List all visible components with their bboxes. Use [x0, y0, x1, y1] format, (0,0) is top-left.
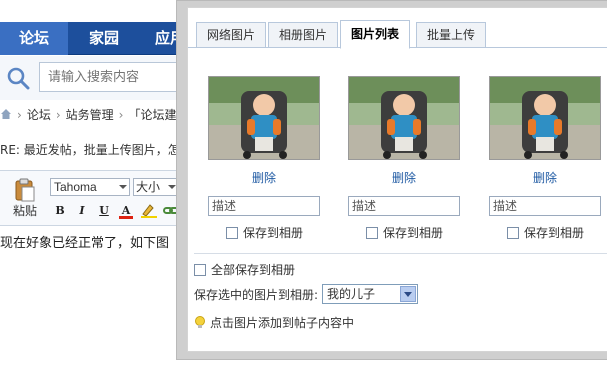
search-input[interactable]	[39, 62, 189, 92]
chevron-down-icon	[119, 185, 127, 189]
chevron-down-icon	[168, 185, 176, 189]
photo-description-input[interactable]: 描述	[208, 196, 320, 216]
checkbox-icon	[194, 264, 206, 276]
editor-content[interactable]: 现在好象已经正常了，如下图	[0, 232, 169, 251]
tip-text: 点击图片添加到帖子内容中	[210, 316, 355, 330]
breadcrumb-forum-build[interactable]: 「论坛建	[128, 108, 176, 122]
chevron-down-icon[interactable]	[400, 286, 416, 302]
image-dialog: 网络图片 相册图片 图片列表 批量上传 删除 描述 保存到相册 删除 描述 保存…	[176, 0, 607, 360]
delete-photo-link[interactable]: 删除	[208, 169, 320, 186]
checkbox-icon	[507, 227, 519, 239]
baby-stroller-photo	[349, 77, 459, 159]
save-to-album-checkbox[interactable]: 保存到相册	[366, 224, 443, 241]
post-title: RE: 最近发帖，批量上传图片，怎么	[0, 143, 192, 157]
breadcrumb-site-admin[interactable]: 站务管理	[66, 108, 114, 122]
save-to-album-checkbox[interactable]: 保存到相册	[507, 224, 584, 241]
tab-image-list[interactable]: 图片列表	[340, 20, 411, 49]
home-icon[interactable]	[0, 108, 12, 120]
image-dialog-body: 网络图片 相册图片 图片列表 批量上传 删除 描述 保存到相册 删除 描述 保存…	[187, 7, 607, 352]
nav-item-forum[interactable]: 论坛	[0, 22, 68, 55]
delete-photo-link[interactable]: 删除	[489, 169, 601, 186]
photo-thumbnail[interactable]	[208, 76, 320, 160]
baby-stroller-photo	[490, 77, 600, 159]
photo-thumbnail[interactable]	[348, 76, 460, 160]
italic-icon[interactable]: I	[74, 203, 90, 219]
save-all-label: 全部保存到相册	[211, 263, 296, 277]
photo-description-input[interactable]: 描述	[489, 196, 601, 216]
paste-button[interactable]: 粘贴	[10, 178, 40, 222]
save-all-checkbox[interactable]: 全部保存到相册	[194, 261, 295, 278]
bold-icon[interactable]: B	[52, 203, 68, 219]
breadcrumb-forum[interactable]: 论坛	[27, 108, 51, 122]
font-family-select[interactable]: Tahoma	[50, 178, 130, 196]
font-color-icon[interactable]: A	[118, 203, 134, 219]
font-size-value: 大小	[136, 180, 161, 194]
dialog-divider	[194, 253, 607, 254]
tip-row: 点击图片添加到帖子内容中	[194, 314, 354, 331]
tab-batch-upload[interactable]: 批量上传	[416, 22, 487, 48]
baby-stroller-photo	[209, 77, 319, 159]
checkbox-icon	[366, 227, 378, 239]
dialog-tabs: 网络图片 相册图片 图片列表 批量上传	[188, 20, 607, 49]
lightbulb-icon	[195, 316, 205, 328]
album-select[interactable]: 我的儿子	[322, 284, 418, 304]
font-family-value: Tahoma	[54, 180, 97, 194]
breadcrumb: › 论坛 › 站务管理 › 「论坛建	[0, 103, 176, 127]
save-to-album-label: 保存到相册	[524, 226, 585, 240]
highlight-icon[interactable]	[140, 202, 158, 218]
delete-photo-link[interactable]: 删除	[348, 169, 460, 186]
nav-item-home[interactable]: 家园	[70, 22, 138, 55]
save-to-album-label: 保存到相册	[243, 226, 304, 240]
photo-description-input[interactable]: 描述	[348, 196, 460, 216]
tab-web-images[interactable]: 网络图片	[196, 22, 267, 48]
checkbox-icon	[226, 227, 238, 239]
save-to-album-checkbox[interactable]: 保存到相册	[226, 224, 303, 241]
tab-album-images[interactable]: 相册图片	[268, 22, 339, 48]
font-size-select[interactable]: 大小	[133, 178, 179, 196]
save-to-label: 保存选中的图片到相册:	[194, 288, 319, 302]
paste-label: 粘贴	[12, 204, 37, 218]
clipboard-icon	[15, 178, 35, 202]
search-icon[interactable]	[6, 66, 30, 90]
photo-thumbnail[interactable]	[489, 76, 601, 160]
album-select-value: 我的儿子	[327, 287, 376, 301]
underline-icon[interactable]: U	[96, 203, 112, 219]
save-to-album-label: 保存到相册	[383, 226, 444, 240]
